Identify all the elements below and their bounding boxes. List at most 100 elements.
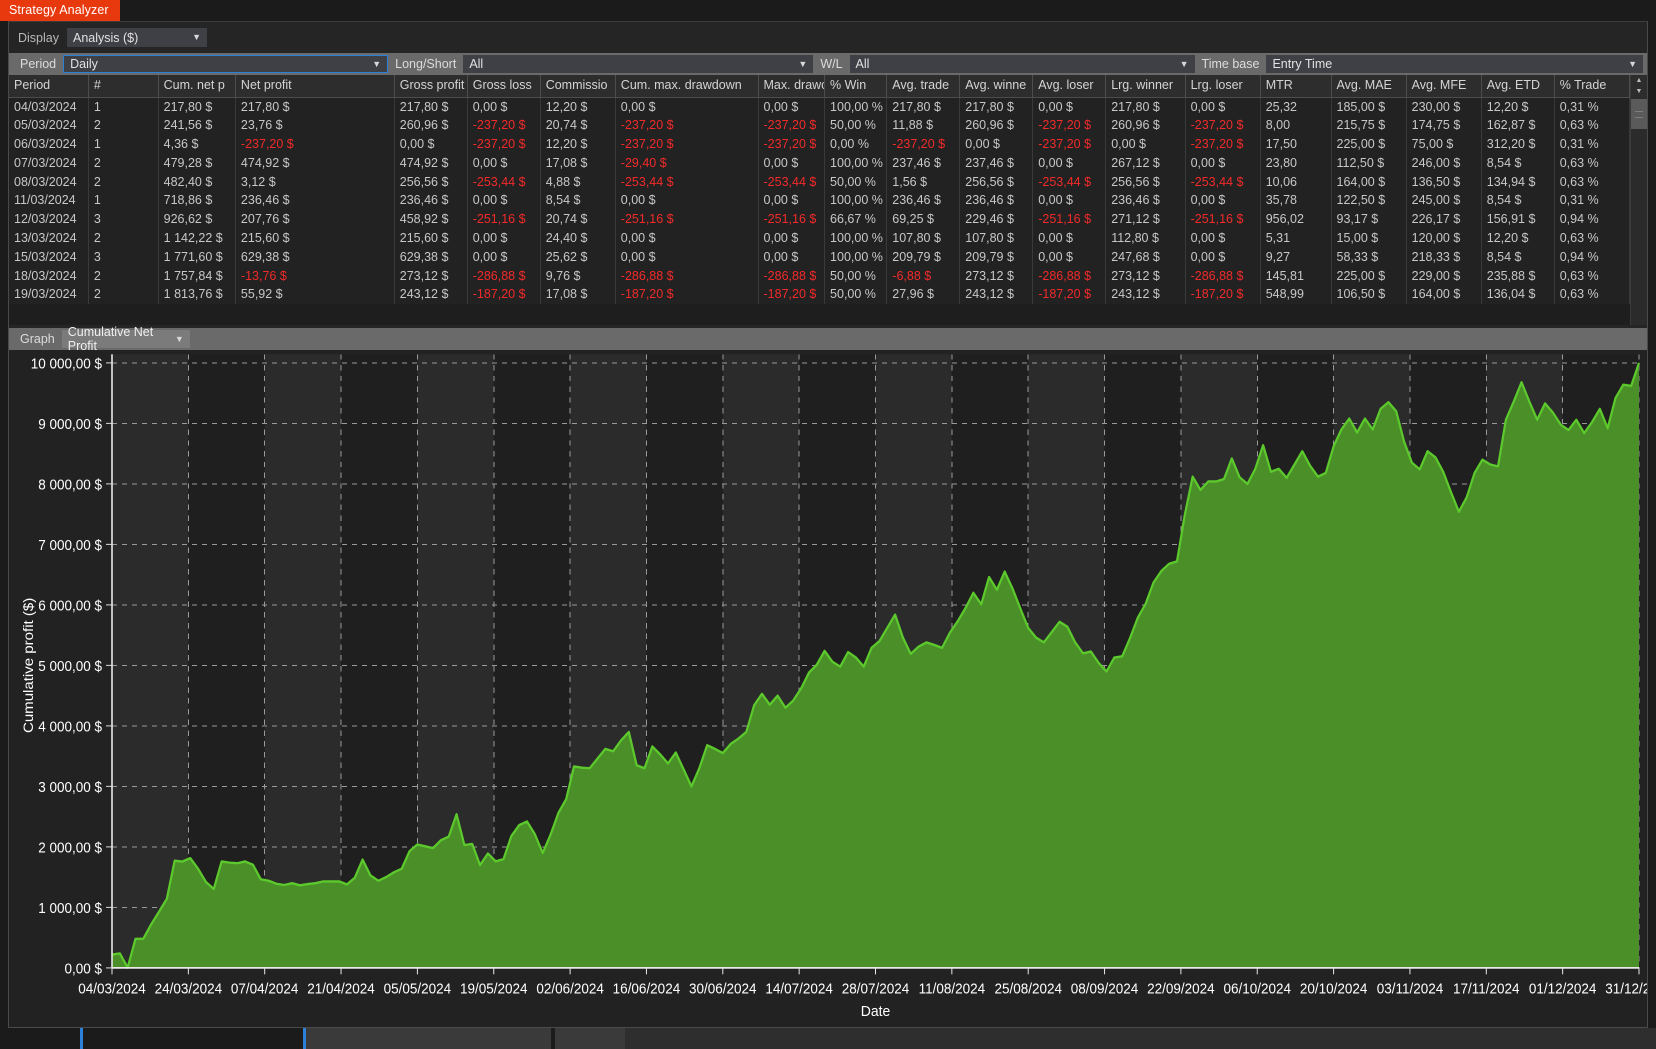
table-cell: -237,20 $ — [1185, 115, 1261, 135]
table-cell: 215,60 $ — [235, 228, 395, 248]
table-cell: 35,78 — [1260, 190, 1332, 210]
scroll-up-arrow-icon[interactable]: ▲ — [1631, 75, 1647, 86]
table-cell: 217,80 $ — [959, 97, 1034, 116]
table-cell: -237,20 $ — [758, 134, 826, 154]
column-header-avg-trade[interactable]: Avg. trade — [886, 75, 961, 98]
winloss-select[interactable]: All ▼ — [849, 55, 1195, 73]
table-cell: 1 — [88, 190, 159, 210]
table-cell: 15/03/2024 — [9, 247, 89, 267]
table-cell: 2 — [88, 153, 159, 173]
table-row[interactable]: 12/03/2024 3 926,62 $207,76 $458,92 $ -251,… — [9, 209, 1630, 229]
table-cell: 156,91 $ — [1481, 209, 1555, 229]
table-cell: 0,00 $ — [1032, 247, 1107, 267]
table-cell: 17,08 $ — [540, 153, 616, 173]
cumulative-net-profit-chart[interactable]: 0,00 $ 1 000,00 $ 2 000,00 $ 3 000,00 $ 4 00… — [9, 350, 1647, 1027]
table-row[interactable]: 15/03/2024 3 1 771,60 $629,38 $629,38 $0,0… — [9, 247, 1630, 267]
taskbar-button-1[interactable] — [306, 1028, 551, 1049]
table-cell: 8,54 $ — [1481, 247, 1555, 267]
table-cell: 0,00 $ — [1185, 190, 1261, 210]
table-cell: 1 757,84 $ — [158, 266, 236, 285]
table-cell: 15,00 $ — [1331, 228, 1407, 248]
table-cell: 217,80 $ — [886, 97, 961, 116]
table-row[interactable]: 05/03/2024 2 241,56 $23,76 $260,96 $ -237,2… — [9, 115, 1630, 135]
table-cell: 243,12 $ — [394, 284, 468, 304]
table-cell: -253,44 $ — [615, 172, 759, 191]
table-cell: 260,96 $ — [1105, 115, 1186, 135]
column-header-cum-max-drawdown[interactable]: Cum. max. drawdown — [615, 75, 759, 98]
table-cell: 3 — [88, 209, 159, 229]
table-cell: 27,96 $ — [886, 284, 961, 304]
results-table: Period # Cum. net p Net profit Gross profit G… — [9, 75, 1630, 304]
column-header-avg-mae[interactable]: Avg. MAE — [1331, 75, 1407, 98]
scroll-down-arrow-icon[interactable]: ▼ — [1631, 86, 1647, 97]
table-row[interactable]: 11/03/2024 1 718,86 $236,46 $236,46 $0,00 … — [9, 190, 1630, 210]
table-cell: 5,31 — [1260, 228, 1332, 248]
table-cell: 04/03/2024 — [9, 97, 89, 116]
column-header-trade[interactable]: % Trade — [1554, 75, 1630, 98]
graph-select[interactable]: Cumulative Net Profit ▼ — [61, 325, 190, 353]
table-row[interactable]: 07/03/2024 2 479,28 $474,92 $474,92 $0,00 … — [9, 153, 1630, 173]
chevron-down-icon: ▼ — [798, 58, 808, 69]
table-cell: 225,00 $ — [1331, 134, 1407, 154]
column-header-commissio[interactable]: Commissio — [540, 75, 616, 98]
table-row[interactable]: 18/03/2024 2 1 757,84 $ -13,76 $273,12 $ -28… — [9, 266, 1630, 285]
table-cell: 0,00 $ — [467, 190, 541, 210]
table-cell: 164,00 $ — [1406, 284, 1482, 304]
column-header-avg-mfe[interactable]: Avg. MFE — [1406, 75, 1482, 98]
period-select[interactable]: Daily ▼ — [63, 55, 389, 73]
table-cell: 629,38 $ — [235, 247, 395, 267]
table-cell: 145,81 — [1260, 266, 1332, 285]
column-header-gross-loss[interactable]: Gross loss — [467, 75, 541, 98]
column-header-lrg-loser[interactable]: Lrg. loser — [1185, 75, 1261, 98]
table-cell: 256,56 $ — [959, 172, 1034, 191]
table-cell: 134,94 $ — [1481, 172, 1555, 191]
scrollbar-thumb[interactable] — [1631, 99, 1647, 129]
table-cell: -253,44 $ — [758, 172, 826, 191]
table-cell: 256,56 $ — [1105, 172, 1186, 191]
table-cell: -187,20 $ — [1185, 284, 1261, 304]
table-row[interactable]: 13/03/2024 2 1 142,22 $215,60 $215,60 $0,0… — [9, 228, 1630, 248]
table-cell: 0,00 $ — [1185, 228, 1261, 248]
column-header-max-drawc[interactable]: Max. drawc — [758, 75, 826, 98]
longshort-select[interactable]: All ▼ — [463, 55, 814, 73]
chevron-down-icon: ▼ — [1179, 58, 1189, 69]
column-header-mtr[interactable]: MTR — [1260, 75, 1332, 98]
table-row[interactable]: 19/03/2024 2 1 813,76 $55,92 $243,12 $ -187… — [9, 284, 1630, 304]
column-header-net-profit[interactable]: Net profit — [235, 75, 395, 98]
timebase-label: Time base — [1201, 57, 1260, 71]
column-header-period[interactable]: Period — [9, 75, 89, 98]
column-header-cum-net-p[interactable]: Cum. net p — [158, 75, 236, 98]
taskbar-button-2[interactable] — [555, 1028, 625, 1049]
chart-xtick-label: 25/08/2024 — [994, 980, 1062, 997]
table-cell: 107,80 $ — [959, 228, 1034, 248]
table-cell: 267,12 $ — [1105, 153, 1186, 173]
display-select-value: Analysis ($) — [73, 30, 139, 45]
column-header-avg-winne[interactable]: Avg. winne — [959, 75, 1034, 98]
column-header-avg-loser[interactable]: Avg. loser — [1032, 75, 1107, 98]
table-header-row: Period # Cum. net p Net profit Gross profit G… — [9, 75, 1630, 98]
display-select[interactable]: Analysis ($) ▼ — [67, 28, 207, 47]
table-cell: 0,00 $ — [394, 134, 468, 154]
table-row[interactable]: 04/03/2024 1 217,80 $217,80 $217,80 $0,00 … — [9, 97, 1630, 116]
column-header-[interactable]: # — [88, 75, 159, 98]
table-cell: -187,20 $ — [615, 284, 759, 304]
tab-strategy-analyzer[interactable]: Strategy Analyzer — [0, 0, 120, 21]
table-cell: 1 813,76 $ — [158, 284, 236, 304]
table-row[interactable]: 08/03/2024 2 482,40 $3,12 $256,56 $ -253,44… — [9, 172, 1630, 191]
results-table-scroll[interactable]: Period # Cum. net p Net profit Gross profit G… — [9, 75, 1630, 325]
table-cell: 23,80 — [1260, 153, 1332, 173]
table-cell: 12,20 $ — [540, 134, 616, 154]
table-cell: 2 — [88, 115, 159, 135]
timebase-select[interactable]: Entry Time ▼ — [1266, 55, 1643, 73]
column-header-lrg-winner[interactable]: Lrg. winner — [1105, 75, 1186, 98]
column-header-avg-etd[interactable]: Avg. ETD — [1481, 75, 1555, 98]
table-cell: 19/03/2024 — [9, 284, 89, 304]
table-cell: -237,20 $ — [758, 115, 826, 135]
table-cell: -253,44 $ — [1032, 172, 1107, 191]
table-cell: -251,16 $ — [615, 209, 759, 229]
table-cell: 162,87 $ — [1481, 115, 1555, 135]
table-vertical-scrollbar[interactable]: ▲ ▼ — [1630, 75, 1647, 325]
column-header-win[interactable]: % Win — [824, 75, 888, 98]
table-row[interactable]: 06/03/2024 1 4,36 $ -237,20 $0,00 $ -237,20 … — [9, 134, 1630, 154]
column-header-gross-profit[interactable]: Gross profit — [394, 75, 468, 98]
